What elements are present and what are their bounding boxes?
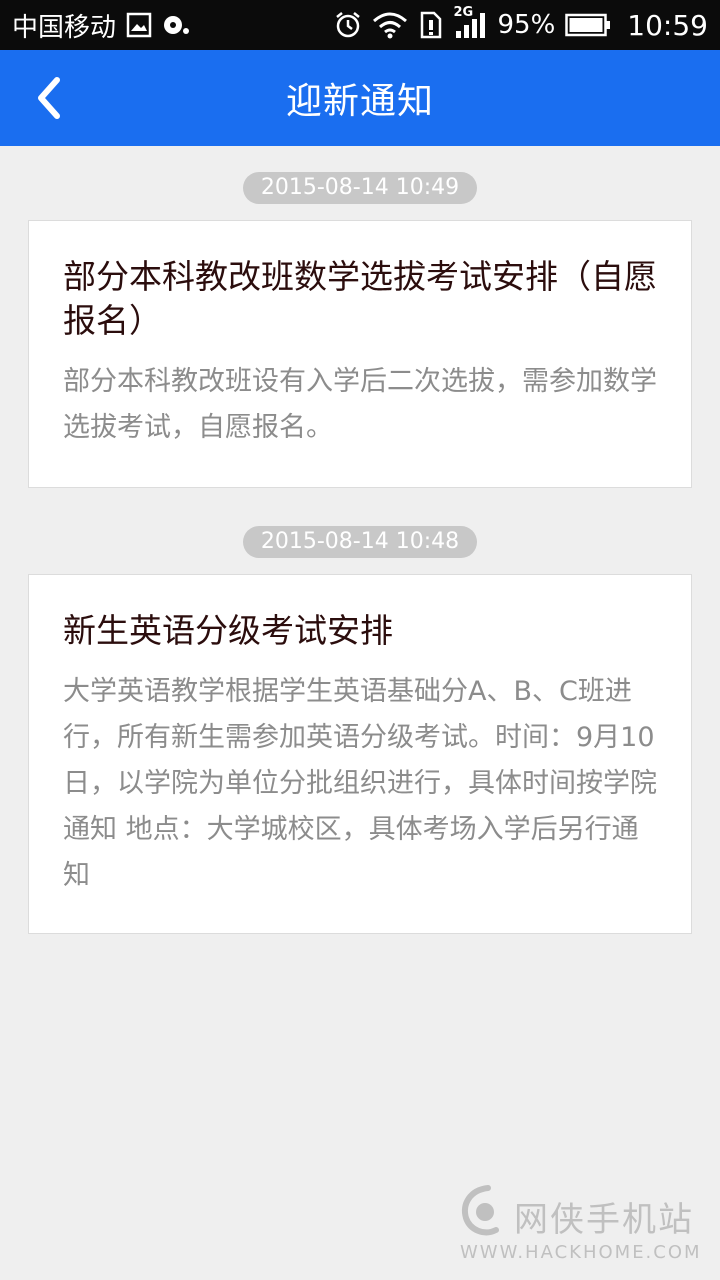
image-icon [126,12,152,38]
network-type-label: 2G [453,5,474,20]
watermark-name: 网侠手机站 [514,1200,694,1240]
notice-body: 部分本科教改班设有入学后二次选拔，需参加数学选拔考试，自愿报名。 [63,366,657,443]
media-icon [162,13,190,37]
alarm-icon [334,11,362,39]
notice-feed[interactable]: 2015-08-14 10:49 部分本科教改班数学选拔考试安排（自愿报名） 部… [0,146,720,934]
sim-alert-icon [418,11,444,39]
watermark: 网侠手机站 WWW.HACKHOME.COM [458,1182,708,1272]
signal-icon: 2G [454,5,488,39]
wifi-icon [372,11,408,39]
app-header: 迎新通知 [0,50,720,146]
chevron-left-icon [38,77,60,119]
status-bar-left: 中国移动 [12,7,190,44]
timestamp-badge: 2015-08-14 10:48 [242,526,478,558]
watermark-logo-icon [462,1185,499,1236]
timestamp-badge: 2015-08-14 10:49 [242,172,478,204]
notice-title: 新生英语分级考试安排 [63,611,393,650]
notice-card[interactable]: 部分本科教改班数学选拔考试安排（自愿报名） 部分本科教改班设有入学后二次选拔，需… [28,220,692,488]
screen: 中国移动 2G 95% 10:59 迎新通知 2015-08-14 10:49 … [0,0,720,1280]
back-button[interactable] [18,64,78,132]
notice-card[interactable]: 新生英语分级考试安排 大学英语教学根据学生英语基础分A、B、C班进行，所有新生需… [28,574,692,934]
status-bar: 中国移动 2G 95% 10:59 [0,0,720,50]
carrier-label: 中国移动 [12,12,117,43]
notice-title: 部分本科教改班数学选拔考试安排（自愿报名） [63,257,657,340]
status-bar-right: 2G 95% 10:59 [334,5,708,42]
notice-body: 大学英语教学根据学生英语基础分A、B、C班进行，所有新生需参加英语分级考试。时间… [63,676,657,891]
clock: 10:59 [627,8,708,42]
timestamp-row: 2015-08-14 10:48 [0,526,720,558]
battery-percentage: 95% [497,10,556,40]
timestamp-row: 2015-08-14 10:49 [0,172,720,204]
battery-icon [565,13,611,37]
page-title: 迎新通知 [285,81,434,122]
watermark-url: WWW.HACKHOME.COM [460,1242,702,1263]
